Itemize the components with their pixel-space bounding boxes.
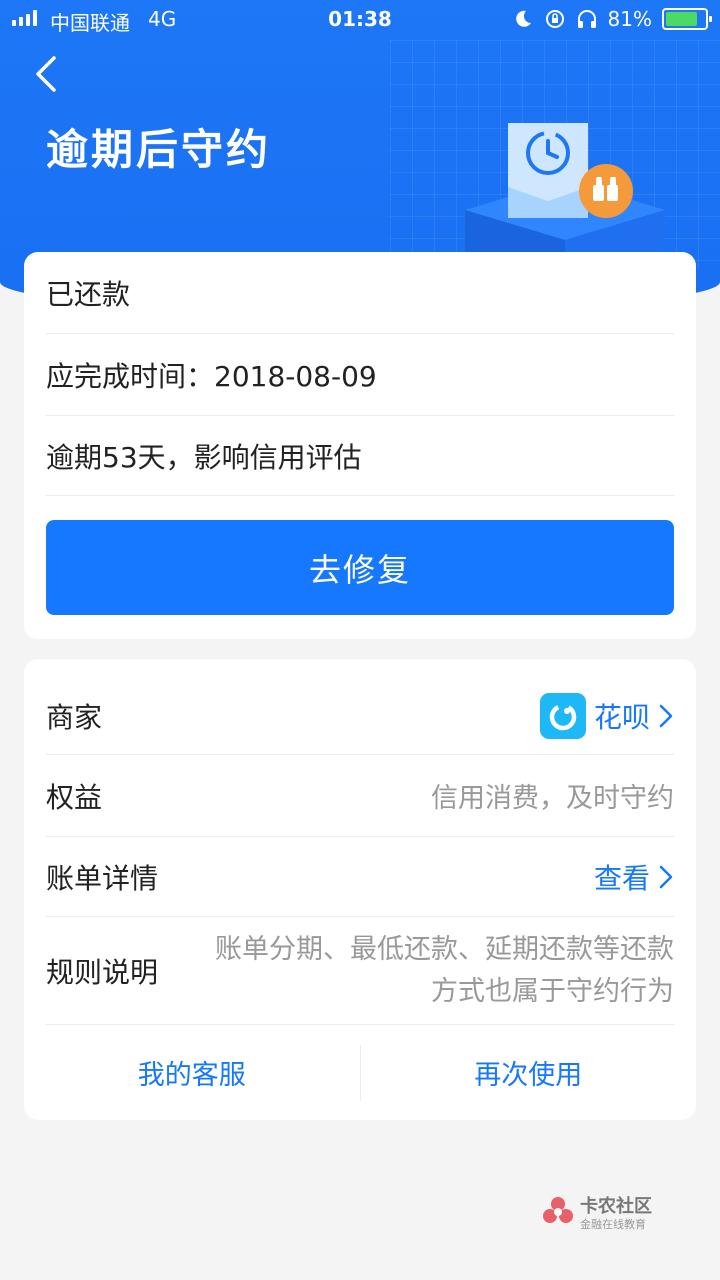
- document-clock-illustration: [465, 123, 665, 255]
- huabei-logo-icon: [539, 692, 586, 739]
- rule-label: 规则说明: [46, 955, 159, 989]
- watermark-subtitle: 金融在线教育: [580, 1218, 646, 1231]
- page-title: 逾期后守约: [46, 125, 272, 174]
- overdue-text: 逾期53天，影响信用评估: [46, 440, 362, 474]
- watermark: 卡农社区 金融在线教育: [540, 1190, 670, 1240]
- bill-detail-label: 账单详情: [46, 861, 159, 895]
- rule-row: 规则说明 账单分期、最低还款、延期还款等还款 方式也属于守约行为: [46, 917, 674, 1025]
- rotation-lock-icon: [545, 10, 564, 28]
- chevron-right-icon: [659, 704, 673, 727]
- headphones-icon: [577, 10, 596, 28]
- bottom-actions: 我的客服 再次使用: [24, 1025, 696, 1120]
- merchant-name: 花呗: [593, 700, 650, 734]
- status-bar: 中国联通 4G 01:38 81%: [0, 0, 720, 38]
- rule-line-1: 账单分期、最低还款、延期还款等还款: [215, 933, 674, 965]
- chevron-right-icon: [659, 865, 673, 888]
- watermark-logo-icon: [543, 1197, 573, 1223]
- rule-line-2: 方式也属于守约行为: [431, 975, 674, 1007]
- bill-detail-row[interactable]: 账单详情 查看: [46, 837, 674, 917]
- moon-icon: [515, 10, 531, 27]
- benefit-value: 信用消费，及时守约: [431, 783, 674, 814]
- repayment-status-card: 已还款 应完成时间：2018-08-09 逾期53天，影响信用评估 去修复: [24, 252, 696, 639]
- battery-percent: 81%: [607, 7, 652, 31]
- merchant-row[interactable]: 商家 花呗: [46, 677, 674, 755]
- back-arrow-icon[interactable]: [28, 54, 68, 94]
- due-date-row: 应完成时间：2018-08-09: [46, 334, 674, 416]
- detail-card: 商家 花呗 权益 信用消费，及时守约 账单详情 查看 规则说明 账单分期、最低还…: [24, 659, 696, 1120]
- merchant-label: 商家: [46, 700, 103, 734]
- benefit-row: 权益 信用消费，及时守约: [46, 755, 674, 837]
- battery-icon: [662, 8, 712, 30]
- benefit-label: 权益: [46, 780, 103, 814]
- rule-description: 账单分期、最低还款、延期还款等还款 方式也属于守约行为: [215, 929, 674, 1013]
- due-date: 应完成时间：2018-08-09: [46, 359, 377, 393]
- status-row: 已还款: [46, 252, 674, 334]
- customer-service-button[interactable]: 我的客服: [24, 1025, 360, 1120]
- repayment-status: 已还款: [46, 277, 131, 311]
- watermark-title: 卡农社区: [580, 1196, 652, 1217]
- use-again-button[interactable]: 再次使用: [361, 1025, 697, 1120]
- overdue-row: 逾期53天，影响信用评估: [46, 416, 674, 496]
- fix-button[interactable]: 去修复: [46, 520, 674, 615]
- view-bill-link[interactable]: 查看: [594, 857, 650, 897]
